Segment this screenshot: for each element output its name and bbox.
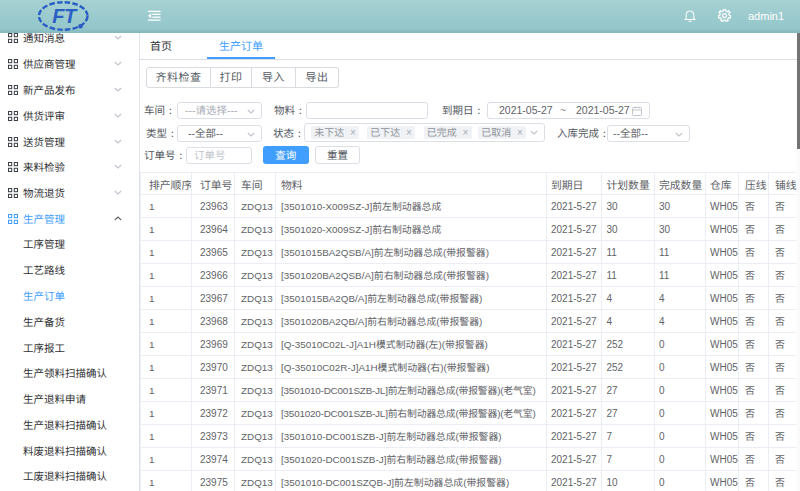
svg-text:FT: FT xyxy=(52,5,78,27)
